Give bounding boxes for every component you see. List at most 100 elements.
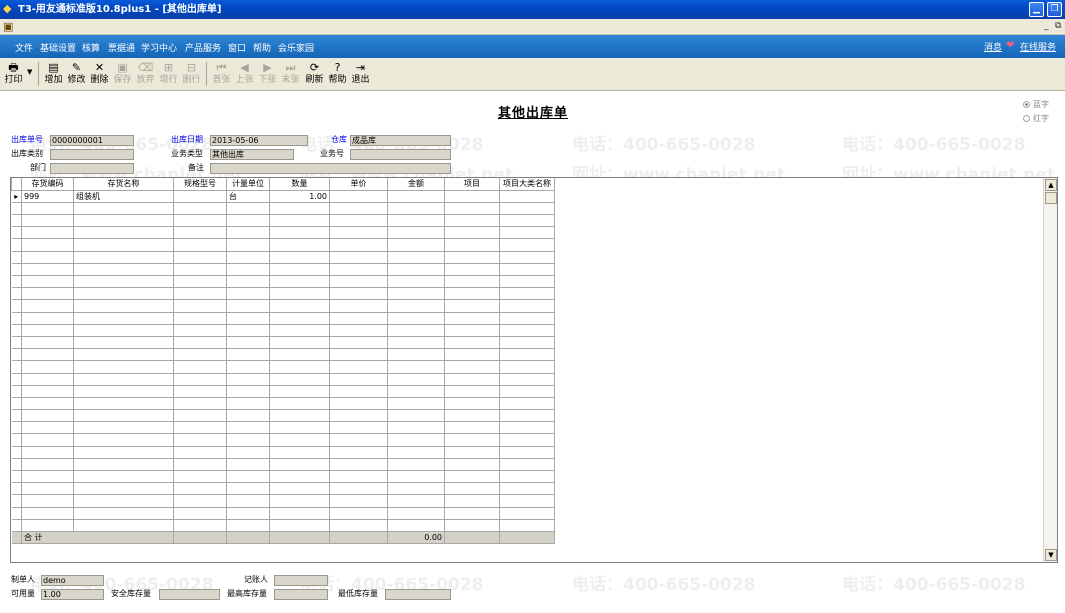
grid-cell[interactable] [173,494,227,508]
grid-cell[interactable] [173,445,227,459]
grid-cell[interactable] [499,311,555,325]
grid-cell[interactable] [269,518,330,532]
grid-cell[interactable] [444,335,500,350]
menu-window[interactable]: 窗口 [228,41,246,54]
grid-cell[interactable] [387,469,445,484]
grid-cell[interactable] [269,335,330,350]
grid-cell[interactable] [269,396,330,411]
add-button[interactable]: ▤ 增加 [42,61,65,89]
cell-amount[interactable] [387,189,445,203]
grid-cell[interactable] [499,409,555,423]
grid-cell[interactable] [387,494,445,508]
grid-cell[interactable] [21,360,74,374]
grid-cell[interactable] [499,348,555,362]
grid-cell[interactable] [387,433,445,447]
grid-cell[interactable] [444,323,500,337]
grid-cell[interactable] [173,299,227,313]
grid-cell[interactable] [269,360,330,374]
grid-cell[interactable] [21,287,74,301]
grid-cell[interactable] [21,274,74,289]
scroll-thumb[interactable] [1045,192,1057,204]
grid-cell[interactable] [73,299,174,313]
col-header-item-code[interactable]: 存货编码 [21,178,74,191]
cell-project[interactable] [444,189,500,203]
doc-date-field[interactable]: 2013-05-06 [210,135,308,146]
grid-cell[interactable] [73,482,174,496]
grid-cell[interactable] [73,250,174,264]
grid-cell[interactable] [226,311,270,325]
col-header-unit[interactable]: 计量单位 [226,178,270,191]
grid-cell[interactable] [226,469,270,484]
restore-button[interactable]: ❐ [1047,2,1062,17]
grid-cell[interactable] [269,433,330,447]
grid-cell[interactable] [73,433,174,447]
next-record-button[interactable]: ▶ 下张 [256,61,279,89]
cell-item-code[interactable]: 999 [21,189,74,203]
print-dropdown-icon[interactable]: ▼ [27,68,32,76]
grid-cell[interactable] [21,445,74,459]
grid-cell[interactable] [73,506,174,520]
grid-cell[interactable] [173,323,227,337]
grid-cell[interactable] [226,238,270,252]
grid-cell[interactable] [226,348,270,362]
grid-cell[interactable] [499,262,555,277]
grid-cell[interactable] [226,274,270,289]
table-row[interactable] [11,494,555,508]
grid-cell[interactable] [226,226,270,240]
grid-cell[interactable] [73,494,174,508]
grid-cell[interactable] [387,262,445,277]
table-row[interactable] [11,274,555,289]
delete-button[interactable]: ✕ 删除 [88,61,111,89]
table-row[interactable] [11,469,555,484]
grid-cell[interactable] [173,409,227,423]
grid-cell[interactable] [73,226,174,240]
grid-cell[interactable] [269,323,330,337]
grid-cell[interactable] [387,372,445,386]
grid-cell[interactable] [73,201,174,216]
cell-item-name[interactable]: 组装机 [73,189,174,203]
grid-cell[interactable] [269,226,330,240]
grid-cell[interactable] [21,238,74,252]
grid-cell[interactable] [173,469,227,484]
grid-cell[interactable] [444,201,500,216]
grid-cell[interactable] [73,287,174,301]
grid-cell[interactable] [499,274,555,289]
refresh-button[interactable]: ⟳ 刷新 [303,61,326,89]
grid-cell[interactable] [21,226,74,240]
grid-cell[interactable] [21,299,74,313]
grid-cell[interactable] [444,384,500,398]
grid-cell[interactable] [21,372,74,386]
table-row[interactable] [11,214,555,228]
grid-cell[interactable] [329,262,388,277]
grid-cell[interactable] [329,287,388,301]
table-row[interactable] [11,226,555,240]
out-type-field[interactable] [50,149,134,160]
grid-cell[interactable] [387,238,445,252]
grid-cell[interactable] [444,469,500,484]
grid-cell[interactable] [387,457,445,472]
table-row[interactable] [11,396,555,411]
grid-cell[interactable] [226,287,270,301]
grid-cell[interactable] [73,469,174,484]
grid-cell[interactable] [387,360,445,374]
cell-quantity[interactable]: 1.00 [269,189,330,203]
grid-cell[interactable] [269,506,330,520]
grid-cell[interactable] [329,372,388,386]
grid-cell[interactable] [499,433,555,447]
grid-cell[interactable] [21,384,74,398]
grid-cell[interactable] [387,335,445,350]
scroll-down-icon[interactable]: ▼ [1045,549,1057,561]
menu-community[interactable]: 会乐家园 [278,41,314,54]
grid-cell[interactable] [269,409,330,423]
grid-cell[interactable] [269,250,330,264]
grid-cell[interactable] [444,250,500,264]
grid-cell[interactable] [444,262,500,277]
grid-cell[interactable] [329,457,388,472]
grid-cell[interactable] [73,348,174,362]
grid-cell[interactable] [226,262,270,277]
grid-cell[interactable] [269,348,330,362]
biz-no-field[interactable] [350,149,451,160]
grid-cell[interactable] [444,287,500,301]
grid-cell[interactable] [387,421,445,435]
grid-cell[interactable] [226,518,270,532]
